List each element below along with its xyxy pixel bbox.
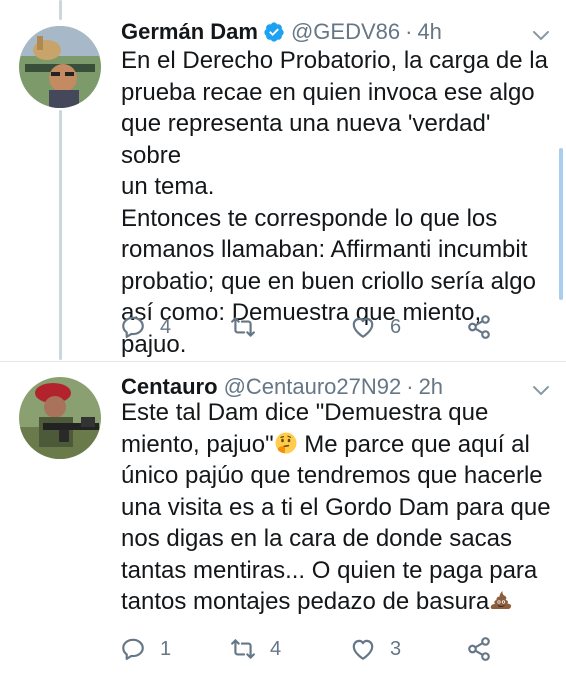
like-count: 6: [390, 315, 402, 338]
tweet[interactable]: Germán Dam @GEDV86 · 4h En el Derecho Pr…: [0, 0, 566, 362]
reply-icon: [122, 316, 144, 338]
like-count: 3: [390, 637, 402, 660]
tweet-text: Este tal Dam dice "Demuestra que miento,…: [121, 397, 551, 618]
tweet[interactable]: Centauro @Centauro27N92 · 2h Este tal Da…: [0, 363, 566, 680]
tweet-actions: 4 6: [120, 312, 506, 342]
share-button[interactable]: [466, 634, 492, 664]
reply-button[interactable]: 4: [120, 312, 171, 342]
retweet-icon: [231, 639, 255, 659]
tweet-text-part: Me parce que aquí al único pajúo que ten…: [121, 430, 551, 616]
separator-dot: ·: [405, 19, 413, 44]
avatar[interactable]: [19, 26, 101, 108]
share-icon: [468, 637, 490, 661]
reply-count: 4: [160, 315, 172, 338]
heart-icon: [352, 317, 374, 338]
heart-icon: [352, 639, 374, 660]
like-button[interactable]: 3: [350, 634, 401, 664]
tweet-actions: 1 4 3: [120, 634, 506, 664]
timestamp[interactable]: 4h: [417, 19, 441, 45]
retweet-button[interactable]: [230, 312, 256, 342]
chevron-down-icon[interactable]: [532, 385, 550, 397]
thinking-face-emoji-icon: [275, 432, 297, 453]
display-name[interactable]: Germán Dam: [121, 19, 258, 45]
chevron-down-icon[interactable]: [532, 30, 550, 42]
avatar[interactable]: [19, 377, 101, 459]
share-icon: [468, 315, 490, 339]
verified-badge-icon: [264, 22, 284, 42]
like-button[interactable]: 6: [350, 312, 401, 342]
pile-of-poo-emoji-icon: [491, 591, 512, 609]
reply-button[interactable]: 1: [120, 634, 171, 664]
retweet-icon: [231, 317, 255, 337]
reply-count: 1: [160, 637, 172, 660]
handle[interactable]: @GEDV86: [291, 19, 400, 45]
retweet-count: 4: [270, 637, 282, 660]
reply-icon: [122, 638, 144, 660]
retweet-button[interactable]: 4: [230, 634, 281, 664]
share-button[interactable]: [466, 312, 492, 342]
